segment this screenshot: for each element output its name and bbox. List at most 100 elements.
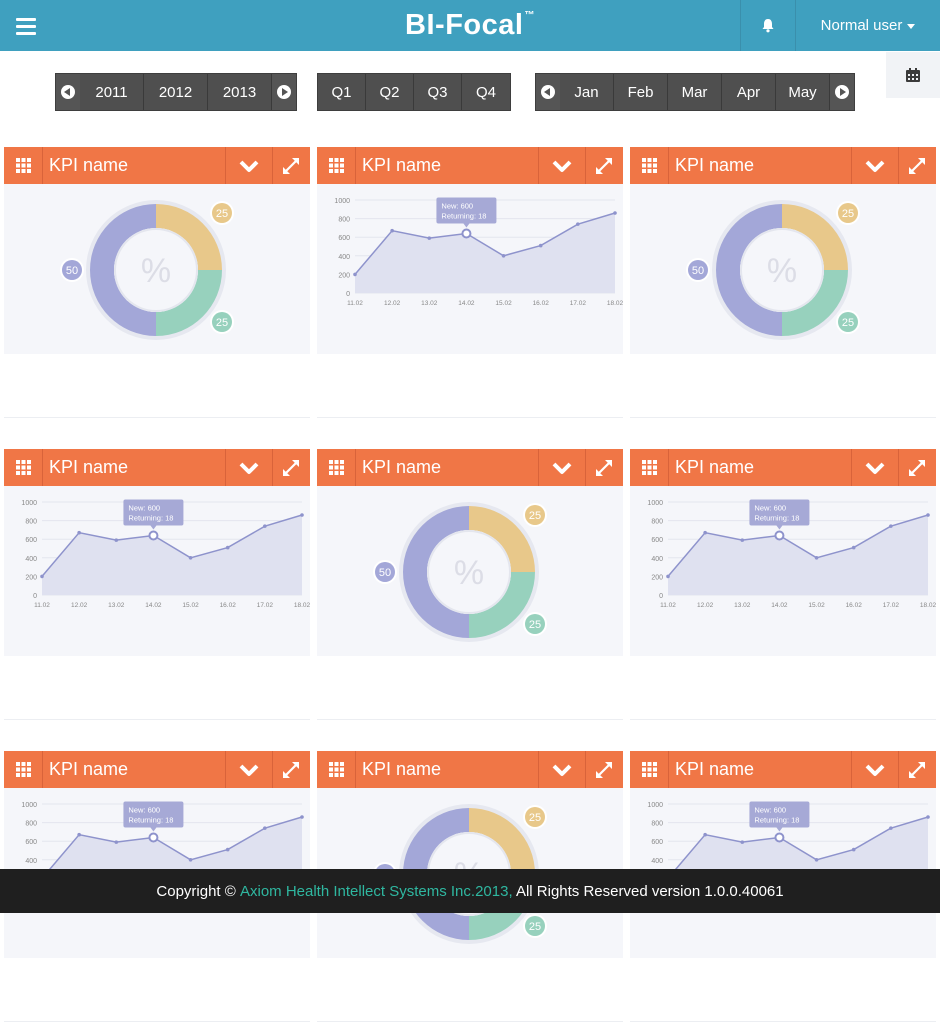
expand-icon xyxy=(596,459,612,476)
chevron-down-icon xyxy=(552,462,572,474)
grid-icon xyxy=(328,158,344,173)
widget-menu-button[interactable] xyxy=(630,751,669,788)
grid-icon xyxy=(328,762,344,777)
data-point xyxy=(740,840,745,844)
data-point xyxy=(538,243,543,248)
month-option[interactable]: Jan xyxy=(560,74,614,110)
data-point xyxy=(666,574,670,579)
year-option[interactable]: 2012 xyxy=(144,74,208,110)
donut-badge-label: 25 xyxy=(216,208,228,220)
menu-button[interactable] xyxy=(0,0,52,51)
widget-menu-button[interactable] xyxy=(317,147,356,184)
y-tick-label: 600 xyxy=(338,235,350,242)
widget-expand-button[interactable] xyxy=(272,449,310,486)
donut-center-label: % xyxy=(141,252,171,290)
arrow-right-icon xyxy=(277,85,291,99)
x-tick-label: 16.02 xyxy=(533,300,550,307)
expand-icon xyxy=(596,761,612,778)
widget-menu-button[interactable] xyxy=(4,449,43,486)
y-tick-label: 400 xyxy=(25,858,37,865)
widget-expand-button[interactable] xyxy=(585,751,623,788)
x-tick-label: 12.02 xyxy=(384,300,401,307)
month-next-button[interactable] xyxy=(830,74,854,110)
data-point xyxy=(703,832,707,837)
expand-icon xyxy=(283,459,299,476)
month-prev-button[interactable] xyxy=(536,74,560,110)
year-option[interactable]: 2011 xyxy=(80,74,144,110)
widget-menu-button[interactable] xyxy=(630,147,669,184)
widget-menu-button[interactable] xyxy=(4,147,43,184)
month-option[interactable]: Mar xyxy=(668,74,722,110)
widget-header: KPI name xyxy=(630,147,936,184)
y-tick-label: 1000 xyxy=(21,802,37,809)
user-menu-button[interactable]: Normal user xyxy=(796,0,940,51)
widget-expand-button[interactable] xyxy=(898,449,936,486)
data-point xyxy=(300,815,304,819)
widget-collapse-button[interactable] xyxy=(225,147,273,184)
widget-collapse-button[interactable] xyxy=(851,147,899,184)
year-prev-button[interactable] xyxy=(56,74,80,110)
widget-expand-button[interactable] xyxy=(272,751,310,788)
widget-menu-button[interactable] xyxy=(4,751,43,788)
bell-icon xyxy=(762,19,774,33)
widget-menu-button[interactable] xyxy=(317,449,356,486)
x-tick-label: 12.02 xyxy=(697,602,714,609)
widget-expand-button[interactable] xyxy=(898,751,936,788)
widget-collapse-button[interactable] xyxy=(538,147,586,184)
year-option[interactable]: 2013 xyxy=(208,74,272,110)
widget-collapse-button[interactable] xyxy=(851,751,899,788)
kpi-widget: KPI name% 50 25 25 xyxy=(317,449,623,720)
widget-title: KPI name xyxy=(49,457,129,477)
chart-tooltip: New: 600Returning: 18 xyxy=(436,197,497,228)
widget-expand-button[interactable] xyxy=(898,147,936,184)
widget-title: KPI name xyxy=(49,155,129,175)
widget-footer xyxy=(630,354,936,418)
month-option[interactable]: Feb xyxy=(614,74,668,110)
widget-menu-button[interactable] xyxy=(317,751,356,788)
widget-expand-button[interactable] xyxy=(272,147,310,184)
quarter-option[interactable]: Q4 xyxy=(462,74,510,110)
widget-collapse-button[interactable] xyxy=(225,449,273,486)
data-point xyxy=(926,815,930,819)
quarter-option[interactable]: Q3 xyxy=(414,74,462,110)
data-point-highlight xyxy=(148,832,159,843)
donut-badge-label: 50 xyxy=(66,265,78,277)
widget-collapse-button[interactable] xyxy=(225,751,273,788)
donut-badge-label: 25 xyxy=(529,812,541,824)
widget-collapse-button[interactable] xyxy=(851,449,899,486)
year-next-button[interactable] xyxy=(272,74,296,110)
x-tick-label: 12.02 xyxy=(71,602,88,609)
data-point xyxy=(225,545,230,550)
x-tick-label: 11.02 xyxy=(347,300,363,307)
widget-header: KPI name xyxy=(630,449,936,486)
y-tick-label: 1000 xyxy=(647,802,663,809)
calendar-button[interactable] xyxy=(886,52,940,98)
widget-footer xyxy=(4,958,310,1022)
company-link[interactable]: Axiom Health Intellect Systems Inc.2013, xyxy=(240,883,513,900)
donut-center-label: % xyxy=(767,252,797,290)
month-option[interactable]: Apr xyxy=(722,74,776,110)
widget-title: KPI name xyxy=(675,155,755,175)
widget-collapse-button[interactable] xyxy=(538,751,586,788)
quarter-option[interactable]: Q2 xyxy=(366,74,414,110)
widget-collapse-button[interactable] xyxy=(538,449,586,486)
y-tick-label: 0 xyxy=(346,291,350,298)
quarter-option[interactable]: Q1 xyxy=(318,74,366,110)
tooltip-line: Returning: 18 xyxy=(128,513,173,522)
widget-title: KPI name xyxy=(362,457,442,477)
x-tick-label: 13.02 xyxy=(108,602,125,609)
x-tick-label: 16.02 xyxy=(220,602,237,609)
x-tick-label: 18.02 xyxy=(920,602,936,609)
widget-expand-button[interactable] xyxy=(585,147,623,184)
data-point xyxy=(889,524,893,528)
notifications-button[interactable] xyxy=(740,0,796,51)
widget-expand-button[interactable] xyxy=(585,449,623,486)
data-point xyxy=(501,254,506,258)
month-option[interactable]: May xyxy=(776,74,830,110)
x-tick-label: 16.02 xyxy=(846,602,863,609)
widget-menu-button[interactable] xyxy=(630,449,669,486)
widget-title: KPI name xyxy=(675,759,755,779)
x-tick-label: 18.02 xyxy=(294,602,310,609)
y-tick-label: 400 xyxy=(651,556,663,563)
data-point xyxy=(114,538,119,542)
